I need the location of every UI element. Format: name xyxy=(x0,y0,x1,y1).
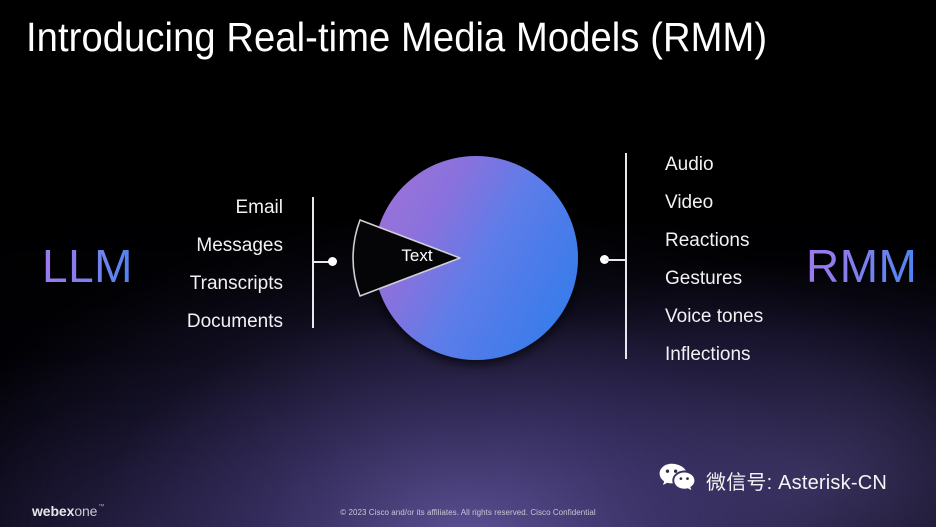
list-item: Reactions xyxy=(665,230,750,251)
rmm-output-list: Audio Video Reactions Gestures Voice ton… xyxy=(665,155,763,383)
slide-canvas: Introducing Real-time Media Models (RMM)… xyxy=(0,0,936,527)
llm-acronym: LLM xyxy=(42,240,133,292)
left-connector-dot xyxy=(328,257,337,266)
list-item: Video xyxy=(665,192,714,213)
copyright-notice: © 2023 Cisco and/or its affiliates. All … xyxy=(340,508,596,517)
wechat-id-text: 微信号: Asterisk-CN xyxy=(706,472,887,494)
wechat-icon xyxy=(659,463,695,498)
wedge-label: Text xyxy=(401,246,433,265)
list-item: Voice tones xyxy=(665,306,764,327)
list-item: Transcripts xyxy=(189,273,283,294)
list-item: Audio xyxy=(665,154,714,175)
slide-title: Introducing Real-time Media Models (RMM) xyxy=(26,14,768,60)
rmm-acronym: RMM xyxy=(806,240,918,292)
media-circle-diagram: Text xyxy=(352,138,600,378)
right-bracket-rule xyxy=(625,153,627,359)
list-item: Inflections xyxy=(665,344,751,365)
list-item: Documents xyxy=(186,311,283,332)
llm-input-list: Email Messages Transcripts Documents xyxy=(187,198,283,350)
right-connector-line xyxy=(605,259,625,261)
list-item: Gestures xyxy=(665,268,743,289)
list-item: Email xyxy=(235,197,283,218)
list-item: Messages xyxy=(196,235,283,256)
wechat-watermark: 微信号: Asterisk-CN xyxy=(659,463,887,498)
